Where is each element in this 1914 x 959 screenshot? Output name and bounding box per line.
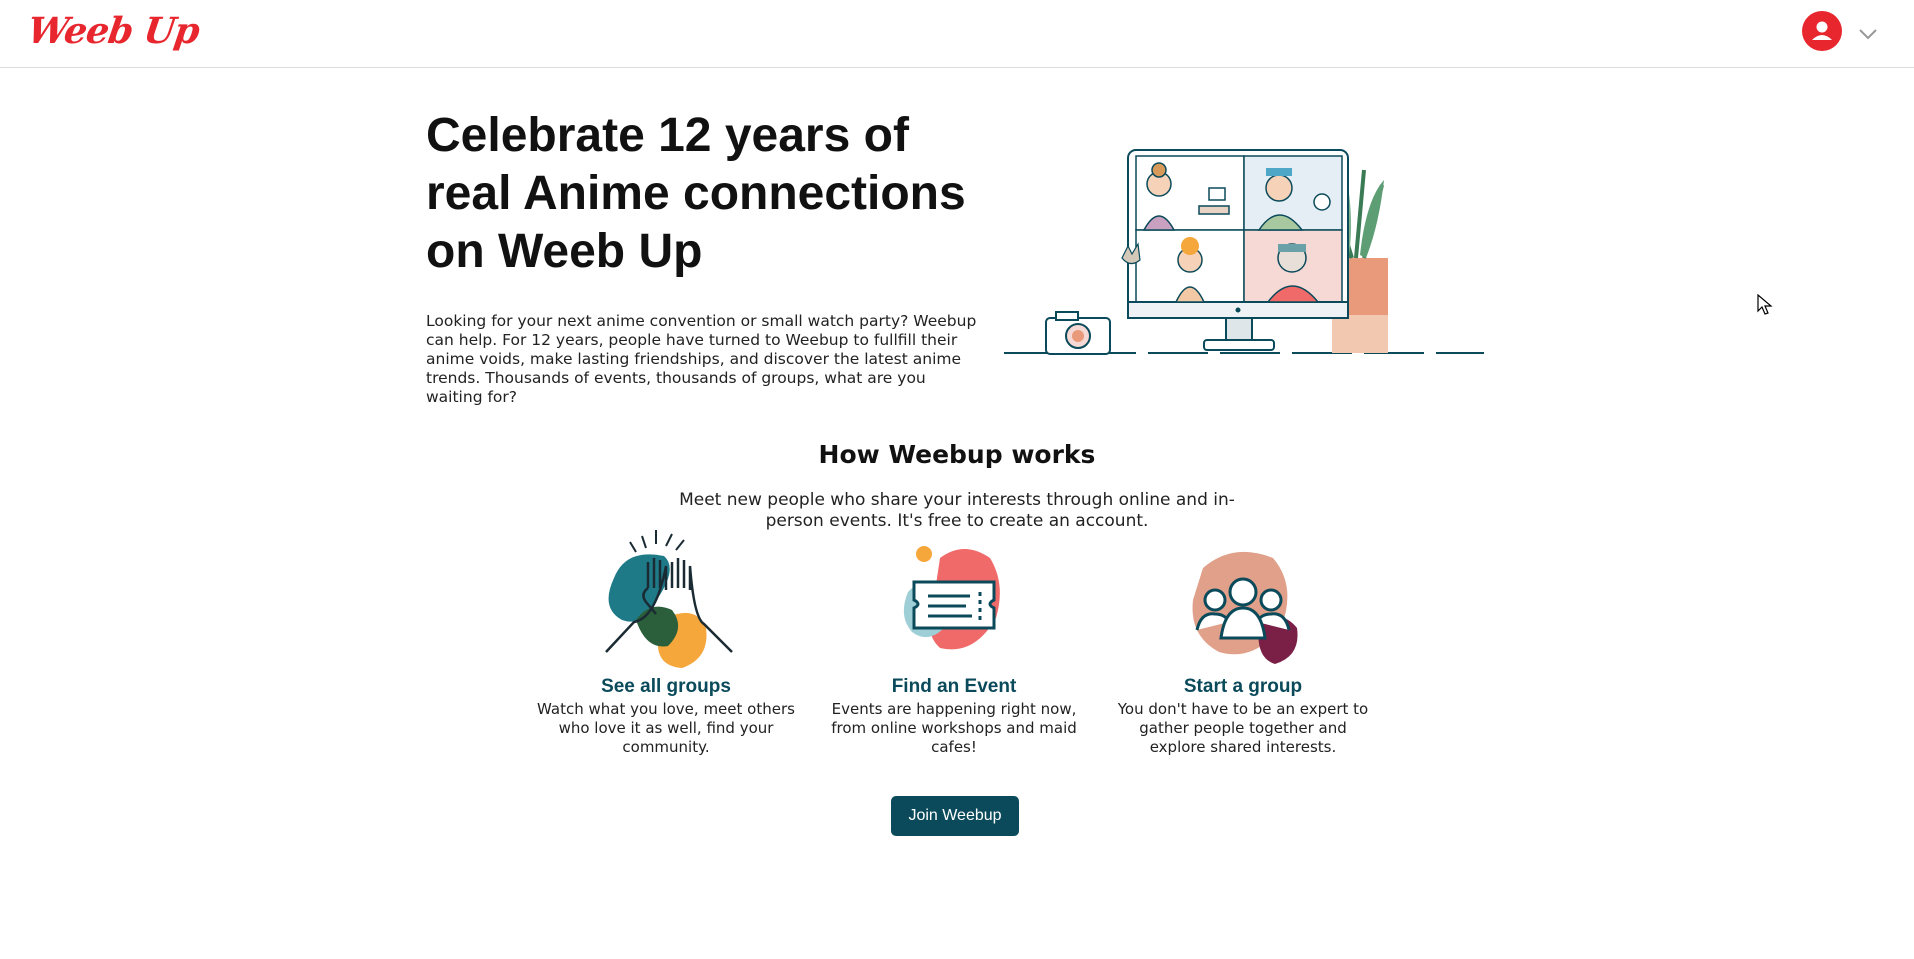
hero-description: Looking for your next anime convention o… — [426, 312, 977, 406]
user-avatar-button[interactable] — [1802, 11, 1842, 51]
card-start-a-group: Start a group You don't have to be an ex… — [1113, 528, 1373, 757]
section-title: How Weebup works — [818, 440, 1096, 469]
hero-title: Celebrate 12 years of real Anime connect… — [426, 109, 966, 278]
user-icon — [1812, 21, 1832, 40]
top-navigation-bar: Weeb Up — [0, 0, 1914, 68]
chevron-down-icon[interactable] — [1856, 22, 1880, 46]
card-description: Events are happening right now, from onl… — [831, 700, 1077, 756]
people-group-icon — [1192, 551, 1298, 664]
join-weebup-button[interactable]: Join Weebup — [891, 796, 1019, 836]
find-an-event-link[interactable]: Find an Event — [824, 676, 1084, 698]
card-description: You don't have to be an expert to gather… — [1117, 700, 1369, 756]
section-subtitle: Meet new people who share your interests… — [679, 490, 1235, 531]
ticket-icon — [903, 546, 1000, 650]
logo[interactable]: Weeb Up — [25, 10, 201, 52]
high-five-icon — [605, 530, 733, 668]
card-see-all-groups: See all groups Watch what you love, meet… — [536, 528, 796, 757]
see-all-groups-link[interactable]: See all groups — [536, 676, 796, 698]
card-find-an-event: Find an Event Events are happening right… — [824, 528, 1084, 757]
card-description: Watch what you love, meet others who lov… — [537, 700, 795, 756]
video-call-illustration — [1004, 149, 1484, 355]
mouse-cursor-icon — [1757, 294, 1773, 315]
start-a-group-link[interactable]: Start a group — [1113, 676, 1373, 698]
